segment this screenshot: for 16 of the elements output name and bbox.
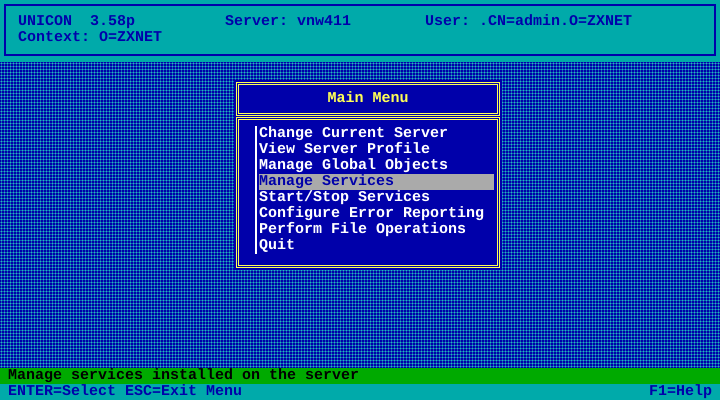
menu-item[interactable]: Start/Stop Services xyxy=(259,190,494,206)
menu-title: Main Menu xyxy=(327,91,408,107)
menu-item[interactable]: Perform File Operations xyxy=(259,222,494,238)
context-label: Context: O=ZXNET xyxy=(18,30,164,46)
menu-item[interactable]: Quit xyxy=(259,238,494,254)
product-version: UNICON 3.58p xyxy=(18,14,136,30)
menu-item[interactable]: Manage Services xyxy=(259,174,494,190)
user-name: User: .CN=admin.O=ZXNET xyxy=(425,14,632,30)
help-hint: F1=Help xyxy=(648,384,712,400)
menu-item[interactable]: View Server Profile xyxy=(259,142,494,158)
menu-item[interactable]: Change Current Server xyxy=(259,126,494,142)
status-description: Manage services installed on the server xyxy=(8,367,360,384)
menu-item[interactable]: Configure Error Reporting xyxy=(259,206,494,222)
key-hints: ENTER=Select ESC=Exit Menu xyxy=(8,384,242,400)
menu-item[interactable]: Manage Global Objects xyxy=(259,158,494,174)
server-name: Server: vnw411 xyxy=(225,14,352,30)
